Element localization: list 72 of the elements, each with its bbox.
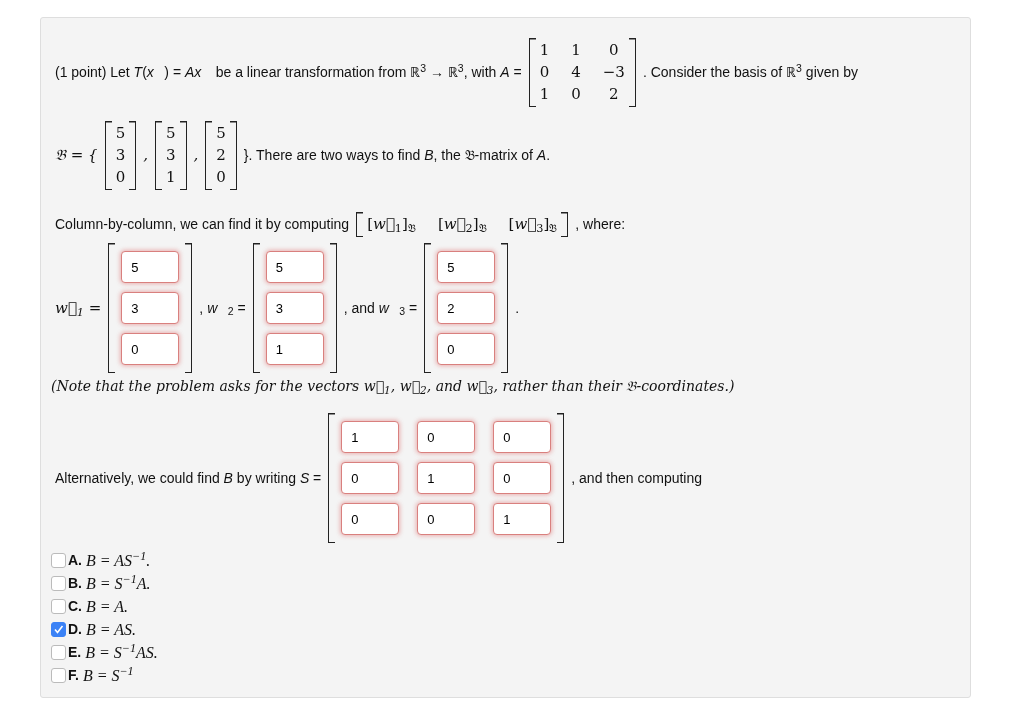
answer-field[interactable]: 0 — [417, 421, 476, 453]
answer-field[interactable]: 0 — [417, 503, 476, 535]
answer-field[interactable]: 0 — [437, 333, 496, 365]
choice-letter: C. — [68, 597, 82, 616]
answer-field[interactable]: 5 — [121, 251, 180, 283]
answer-field[interactable]: 1 — [493, 503, 552, 535]
choice-formula: B = S$^{−1}$A. — [86, 571, 151, 594]
matrix-entry: 0 — [216, 167, 226, 188]
choice-formula: B = A. — [86, 596, 129, 617]
answer-field[interactable]: 3 — [121, 292, 180, 324]
problem-text: }. There are two ways to find B, the 𝔅-matrix of A. — [243, 146, 551, 165]
matrix-entry: [w⃗$_{3}$]$_{𝔅}$ — [508, 214, 558, 235]
matrix-entry: 5 — [115, 123, 126, 144]
math-expression: , — [143, 145, 148, 167]
problem-text: , where: — [575, 215, 626, 234]
checkbox[interactable] — [51, 576, 66, 591]
choice-formula: B = AS. — [86, 619, 137, 640]
choice-formula: B = AS$^{−1}$. — [86, 548, 151, 571]
checkbox[interactable] — [51, 553, 66, 568]
matrix-entry: 2 — [608, 84, 620, 105]
matrix-entry: 1 — [539, 84, 550, 105]
problem-text: , w⃗$_{2}$ = — [199, 298, 246, 319]
matrix-entry: 1 — [166, 167, 176, 188]
checkbox[interactable] — [51, 622, 66, 637]
matrix-entry: 2 — [216, 145, 226, 166]
answer-field[interactable]: 0 — [341, 503, 400, 535]
checkbox[interactable] — [51, 599, 66, 614]
matrix-entry: 0 — [571, 84, 581, 105]
answer-field[interactable]: 2 — [437, 292, 496, 324]
matrix-entry: 4 — [571, 62, 581, 83]
matrix-entry: 1 — [571, 40, 581, 61]
problem-text: , and then computing — [571, 468, 703, 488]
matrix-entry: [w⃗$_{1}$]$_{𝔅}$ — [367, 214, 416, 235]
matrix-entry: 3 — [115, 145, 126, 166]
problem-text: . Consider the basis of ℝ$^{3}$ given by — [642, 62, 858, 82]
answer-field[interactable]: 0 — [341, 462, 400, 494]
math-expression: , — [193, 145, 199, 167]
problem-text: , and w⃗$_{3}$ = — [343, 298, 418, 319]
choice-letter: B. — [68, 574, 82, 593]
matrix-entry: 3 — [166, 145, 176, 166]
answer-field[interactable]: 5 — [437, 251, 496, 283]
answer-field[interactable]: 0 — [493, 462, 552, 494]
matrix-entry: 1 — [539, 40, 550, 61]
matrix-entry: [w⃗$_{2}$]$_{𝔅}$ — [437, 214, 487, 235]
note-text: (Note that the problem asks for the vectors w⃗$_{1}$, w⃗$_{2}$, and w⃗$_{3}$, rather than their 𝔅-coordinates.) — [51, 377, 735, 397]
matrix-entry: 5 — [216, 123, 226, 144]
answer-field[interactable]: 1 — [265, 333, 324, 365]
answer-field[interactable]: 3 — [265, 292, 324, 324]
checkbox[interactable] — [51, 668, 66, 683]
matrix-entry: 0 — [539, 62, 550, 83]
answer-field[interactable]: 0 — [493, 421, 552, 453]
choice-letter: D. — [68, 620, 82, 639]
matrix-entry: 0 — [115, 167, 126, 188]
choice-letter: A. — [68, 551, 82, 570]
math-expression: 𝔅 = { — [55, 145, 98, 167]
choice-formula: B = S$^{−1}$ — [82, 663, 134, 686]
choice-letter: E. — [68, 643, 82, 662]
problem-text: (1 point) Let T(x⃗) = Ax⃗ be a linear transformation from ℝ$^{3}$ → ℝ$^{3}$, with A = — [55, 62, 522, 82]
matrix-entry: 0 — [608, 40, 620, 61]
checkbox[interactable] — [51, 645, 66, 660]
answer-field[interactable]: 0 — [121, 333, 180, 365]
choice-letter: F. — [68, 666, 79, 685]
matrix-entry: −3 — [602, 62, 625, 83]
math-expression: w⃗$_{1}$ = — [55, 297, 102, 320]
answer-field[interactable]: 1 — [341, 421, 400, 453]
problem-text: . — [515, 298, 520, 318]
answer-field[interactable]: 1 — [417, 462, 476, 494]
answer-field[interactable]: 5 — [265, 251, 324, 283]
matrix-entry: 5 — [166, 123, 176, 144]
choice-formula: B = S$^{−1}$AS. — [85, 640, 158, 663]
problem-text: Alternatively, we could find B by writing S = — [55, 468, 322, 488]
problem-text: Column-by-column, we can find it by computing — [55, 215, 350, 234]
